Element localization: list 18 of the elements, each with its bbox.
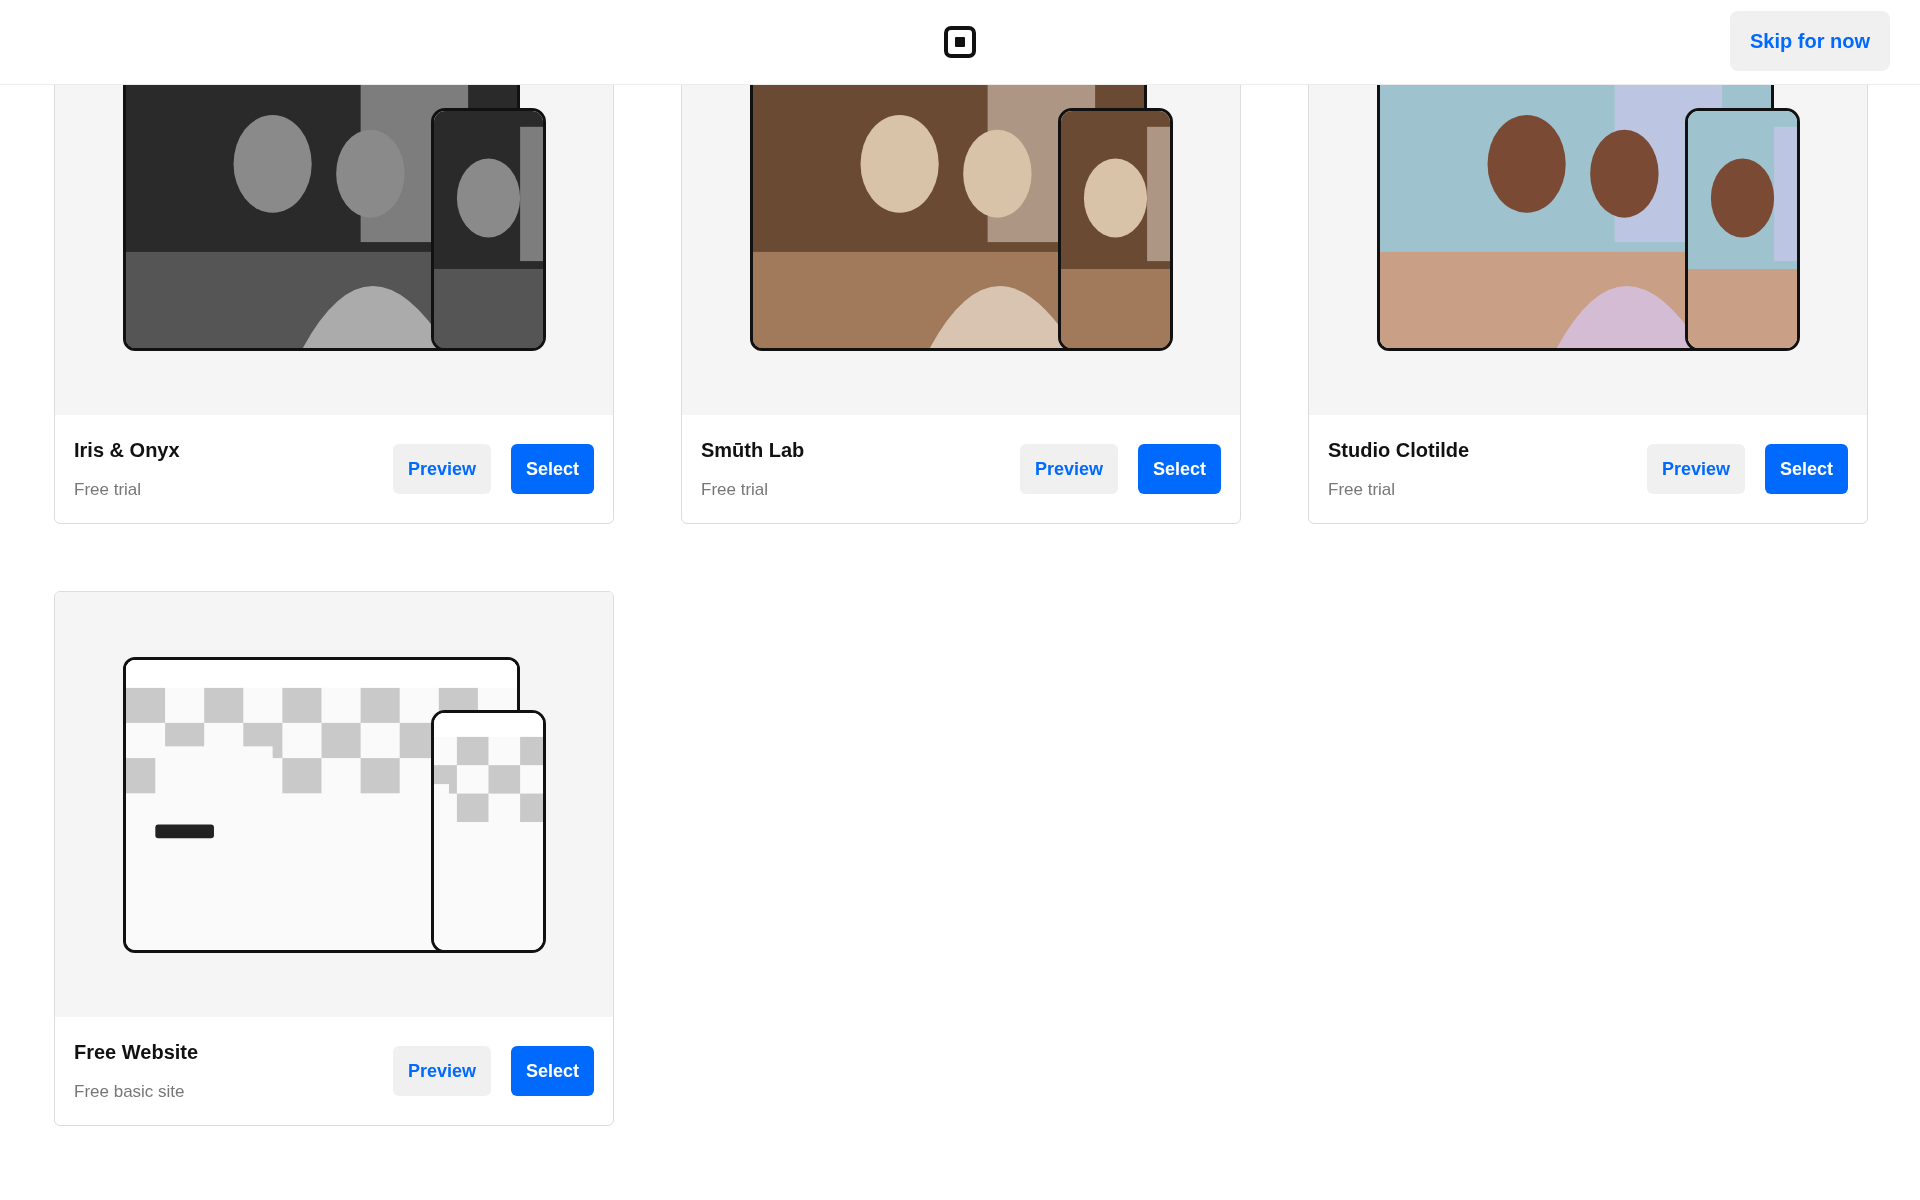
select-button[interactable]: Select: [510, 1046, 594, 1096]
template-name: Free Website: [74, 1040, 200, 1064]
preview-button[interactable]: Preview: [1019, 444, 1118, 494]
preview-button[interactable]: Preview: [1646, 444, 1745, 494]
plan-label: Free trial: [74, 479, 143, 500]
preview-button[interactable]: Preview: [392, 1046, 491, 1096]
preview-button[interactable]: Preview: [392, 444, 491, 494]
logo-icon: [944, 26, 976, 58]
select-button[interactable]: Select: [1137, 444, 1221, 494]
select-button[interactable]: Select: [510, 444, 594, 494]
skip-button[interactable]: Skip for now: [1730, 11, 1890, 71]
template-name: Smūth Lab: [701, 438, 806, 462]
template-name: Iris & Onyx: [74, 438, 181, 462]
plan-label: Free trial: [1328, 479, 1397, 500]
template-name: Studio Clotilde: [1328, 438, 1471, 462]
plan-label: Free trial: [701, 479, 770, 500]
plan-label: Free basic site: [74, 1081, 186, 1102]
select-button[interactable]: Select: [1764, 444, 1848, 494]
